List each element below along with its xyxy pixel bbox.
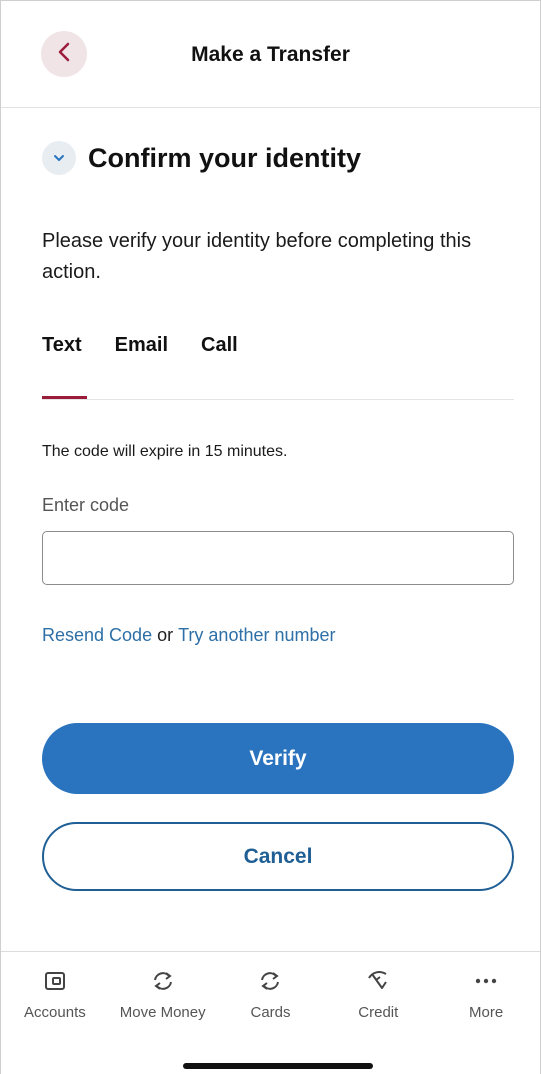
tab-divider [42,399,514,400]
nav-item-move-money[interactable]: Move Money [109,968,217,1021]
cancel-button[interactable]: Cancel [42,822,514,891]
header: Make a Transfer [1,1,540,108]
section-header: Confirm your identity [42,141,361,175]
nav-label-cards: Cards [250,1004,291,1021]
resend-code-link[interactable]: Resend Code [42,625,152,645]
nav-item-more[interactable]: More [432,968,540,1021]
nav-item-credit[interactable]: Credit [324,968,432,1021]
tab-call[interactable]: Call [201,334,238,357]
bottom-nav: Accounts Move Money Cards Credit More [1,951,540,1074]
nav-label-more: More [468,1004,504,1021]
nav-label-move-money: Move Money [119,1004,206,1021]
verify-button[interactable]: Verify [42,723,514,794]
instructions-text: Please verify your identity before compl… [42,230,472,283]
nav-item-accounts[interactable]: Accounts [1,968,109,1021]
gauge-icon [365,968,391,994]
code-links: Resend Code or Try another number [42,625,336,646]
transfer-icon [257,968,283,994]
nav-label-credit: Credit [358,1004,399,1021]
tab-email[interactable]: Email [115,334,168,357]
section-title: Confirm your identity [88,142,362,173]
more-dots-icon [473,968,499,994]
app-frame: Make a Transfer Confirm your identity Pl… [0,0,541,1074]
try-another-number-link[interactable]: Try another number [178,625,335,645]
nav-label-accounts: Accounts [24,1004,86,1021]
code-label: Enter code [42,495,130,515]
wallet-icon [42,968,68,994]
collapse-button[interactable] [42,141,76,175]
tab-text[interactable]: Text [42,334,82,357]
verification-method-tabs: Text Email Call [42,334,271,357]
or-text: or [157,625,174,645]
page-title: Make a Transfer [191,43,350,66]
code-input[interactable] [42,531,514,585]
expire-note: The code will expire in 15 minutes. [42,443,288,460]
transfer-icon [150,968,176,994]
home-indicator [183,1063,373,1069]
chevron-down-icon [53,149,65,167]
nav-item-cards[interactable]: Cards [217,968,325,1021]
